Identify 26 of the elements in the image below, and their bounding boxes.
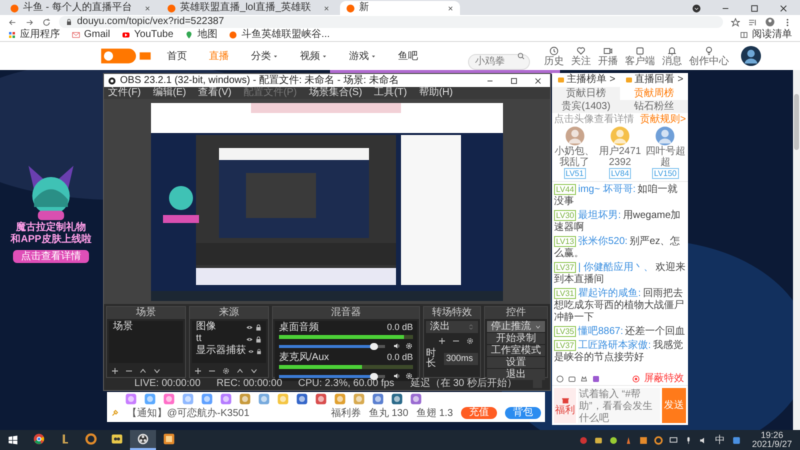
bookmark[interactable]: YouTube — [122, 30, 174, 40]
header-link[interactable]: 消息 — [662, 46, 682, 66]
ime-indicator[interactable]: 中 — [714, 432, 725, 448]
header-link[interactable]: 关注 — [571, 46, 591, 66]
tab-title: 英雄联盟直播_lol直播_英雄联 — [180, 3, 312, 13]
nav-link[interactable]: 分类 — [251, 48, 278, 64]
reading-list[interactable]: 阅读清单 — [740, 30, 792, 40]
bookmark[interactable]: 应用程序 — [8, 30, 60, 40]
url-text: douyu.com/topic/vex?rid=522387 — [77, 17, 224, 27]
bookmark[interactable]: Gmail — [72, 30, 110, 40]
tab-title: 新 — [359, 3, 370, 13]
nav-link[interactable]: 视频 — [300, 48, 327, 64]
search-field[interactable]: 小鸡拳 — [468, 54, 530, 70]
address-bar[interactable]: douyu.com/topic/vex?rid=522387 — [59, 16, 723, 28]
nav-link[interactable]: 游戏 — [349, 48, 376, 64]
clock[interactable]: 19:26 2021/9/27 — [752, 431, 792, 449]
bookmark[interactable]: 地图 — [185, 30, 218, 40]
bookmark[interactable]: 斗鱼英雄联盟峡谷... — [229, 30, 330, 40]
header-link[interactable]: 客户端 — [625, 46, 655, 66]
nav-link[interactable]: 鱼吧 — [398, 48, 418, 64]
tab-title: 斗鱼 - 每个人的直播平台 — [23, 3, 133, 13]
header-link[interactable]: 历史 — [544, 46, 564, 66]
header-link[interactable]: 创作中心 — [689, 46, 729, 66]
browser-tab[interactable]: 新 — [340, 1, 460, 15]
header-link[interactable]: 开播 — [598, 46, 618, 66]
nav-link[interactable]: 首页 — [167, 48, 187, 64]
